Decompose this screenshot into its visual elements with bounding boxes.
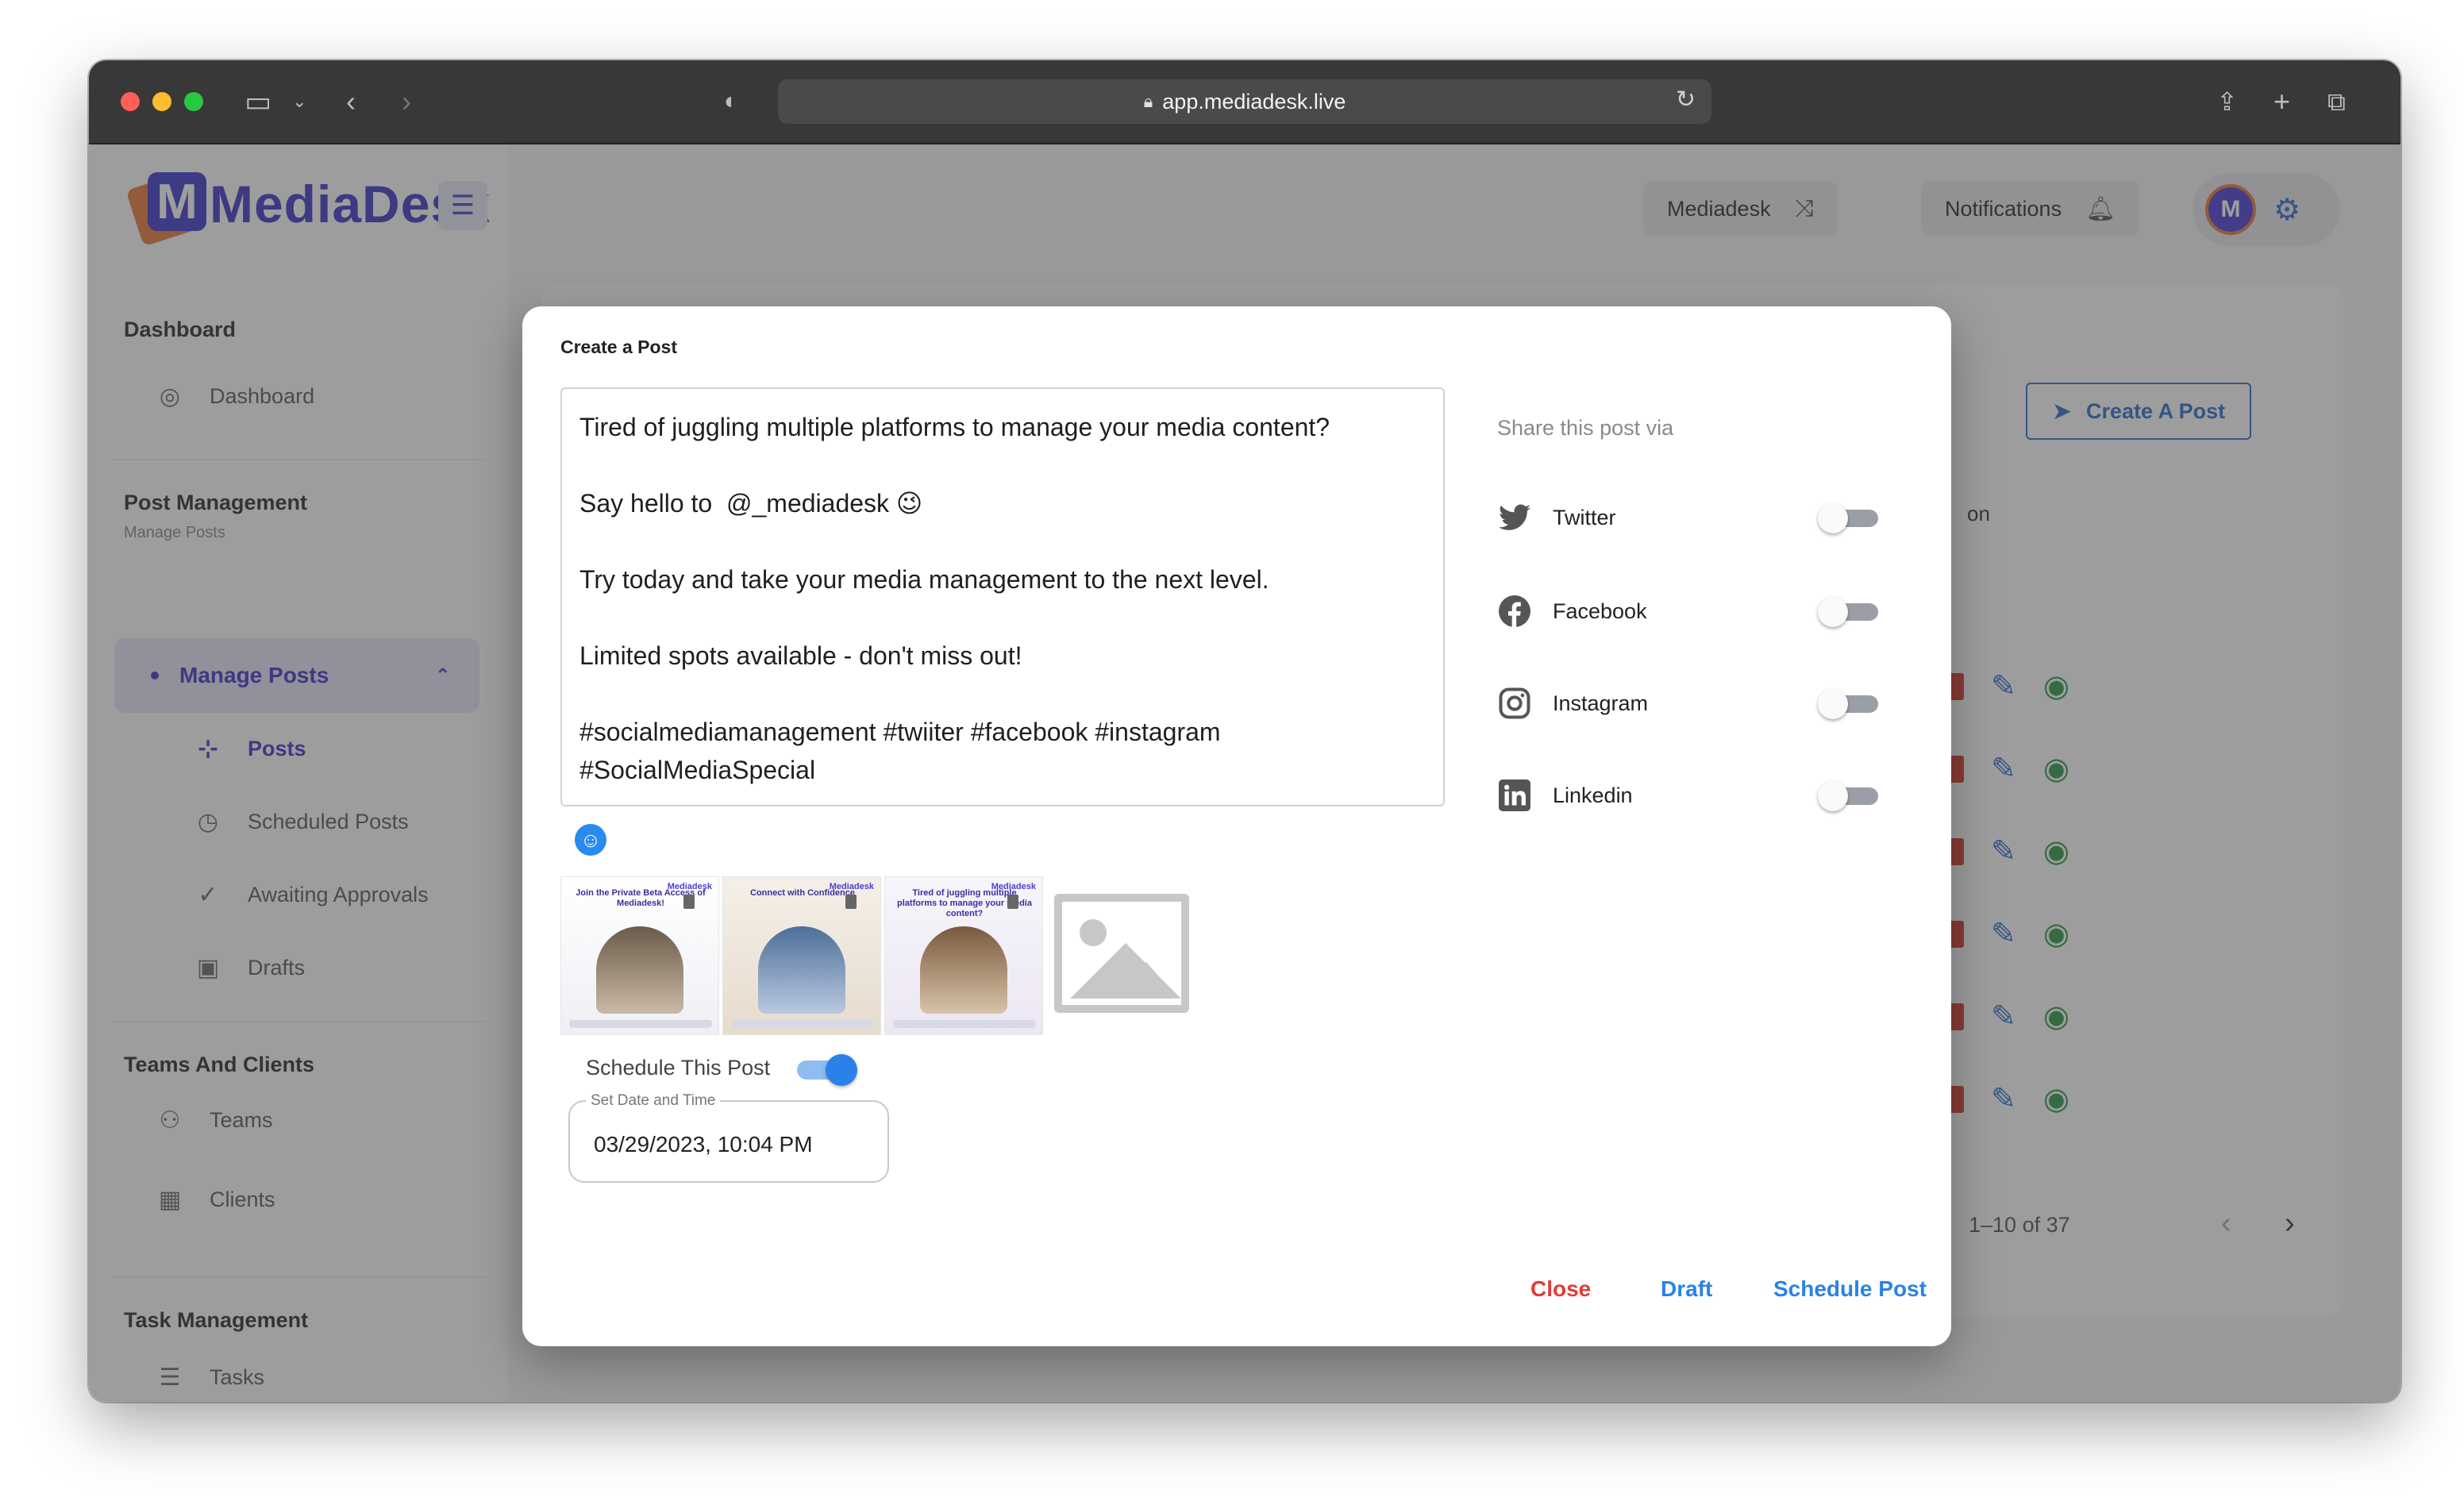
maximize-window-button[interactable] xyxy=(184,92,203,111)
share-icon[interactable]: ⇪ xyxy=(2216,83,2238,121)
shield-icon[interactable]: ◐ xyxy=(724,83,738,121)
linkedin-icon xyxy=(1497,778,1532,813)
delete-image-icon[interactable] xyxy=(845,895,857,909)
facebook-toggle[interactable] xyxy=(1818,597,1878,627)
url-text: app.mediadesk.live xyxy=(1162,89,1346,114)
emoji-picker-button[interactable]: ☺ xyxy=(575,824,606,856)
schedule-post-toggle[interactable] xyxy=(797,1054,857,1086)
twitter-toggle[interactable] xyxy=(1818,503,1878,533)
datetime-value: 03/29/2023, 10:04 PM xyxy=(594,1132,813,1157)
sidebar-toggle-icon[interactable]: ▭ xyxy=(244,83,271,121)
smiley-icon: ☺ xyxy=(579,827,602,852)
app-page: M MediaDesk ☰ Dashboard ◎ Dashboard Post… xyxy=(89,144,2400,1402)
delete-image-icon[interactable] xyxy=(683,895,695,909)
image-thumbnail[interactable]: Mediadesk Connect with Confidence xyxy=(722,876,881,1035)
share-section-title: Share this post via xyxy=(1497,416,1674,440)
chevron-down-icon[interactable]: ⌄ xyxy=(292,83,306,121)
delete-image-icon[interactable] xyxy=(1007,895,1018,909)
instagram-icon xyxy=(1497,686,1532,721)
image-thumbnail[interactable]: Mediadesk Tired of juggling multiple pla… xyxy=(884,876,1043,1035)
browser-toolbar: ▭ ⌄ ‹ › ◐ 🔒︎ app.mediadesk.live ↻ ⇪ + ⧉ xyxy=(89,60,2400,144)
linkedin-toggle[interactable] xyxy=(1818,781,1878,811)
schedule-datetime-field[interactable]: Set Date and Time 03/29/2023, 10:04 PM xyxy=(568,1092,889,1183)
facebook-icon xyxy=(1497,594,1532,629)
create-post-dialog: Create a Post Tired of juggling multiple… xyxy=(522,306,1951,1346)
address-bar[interactable]: 🔒︎ app.mediadesk.live ↻ xyxy=(778,79,1711,124)
share-option-linkedin: Linkedin xyxy=(1497,772,1878,819)
share-option-instagram: Instagram xyxy=(1497,679,1878,727)
add-image-button[interactable] xyxy=(1054,894,1189,1013)
schedule-post-label: Schedule This Post xyxy=(586,1056,771,1080)
reload-icon[interactable]: ↻ xyxy=(1676,86,1696,114)
dialog-title: Create a Post xyxy=(560,337,678,357)
new-tab-icon[interactable]: + xyxy=(2273,83,2290,121)
image-thumbnail[interactable]: Mediadesk Join the Private Beta Access o… xyxy=(560,876,719,1035)
draft-button[interactable]: Draft xyxy=(1661,1276,1712,1302)
close-button[interactable]: Close xyxy=(1530,1276,1591,1302)
close-window-button[interactable] xyxy=(121,92,140,111)
back-icon[interactable]: ‹ xyxy=(346,83,356,121)
minimize-window-button[interactable] xyxy=(152,92,171,111)
schedule-post-button[interactable]: Schedule Post xyxy=(1773,1276,1927,1302)
post-text-input[interactable]: Tired of juggling multiple platforms to … xyxy=(560,387,1445,806)
twitter-icon xyxy=(1497,500,1532,535)
browser-window: ▭ ⌄ ‹ › ◐ 🔒︎ app.mediadesk.live ↻ ⇪ + ⧉ … xyxy=(89,60,2400,1402)
datetime-field-label: Set Date and Time xyxy=(586,1092,721,1110)
forward-icon[interactable]: › xyxy=(402,83,411,121)
attached-images: Mediadesk Join the Private Beta Access o… xyxy=(560,876,1043,1035)
share-option-facebook: Facebook xyxy=(1497,587,1878,635)
lock-icon: 🔒︎ xyxy=(1143,91,1153,111)
tabs-overview-icon[interactable]: ⧉ xyxy=(2327,83,2346,121)
share-option-twitter: Twitter xyxy=(1497,494,1878,541)
instagram-toggle[interactable] xyxy=(1818,689,1878,719)
